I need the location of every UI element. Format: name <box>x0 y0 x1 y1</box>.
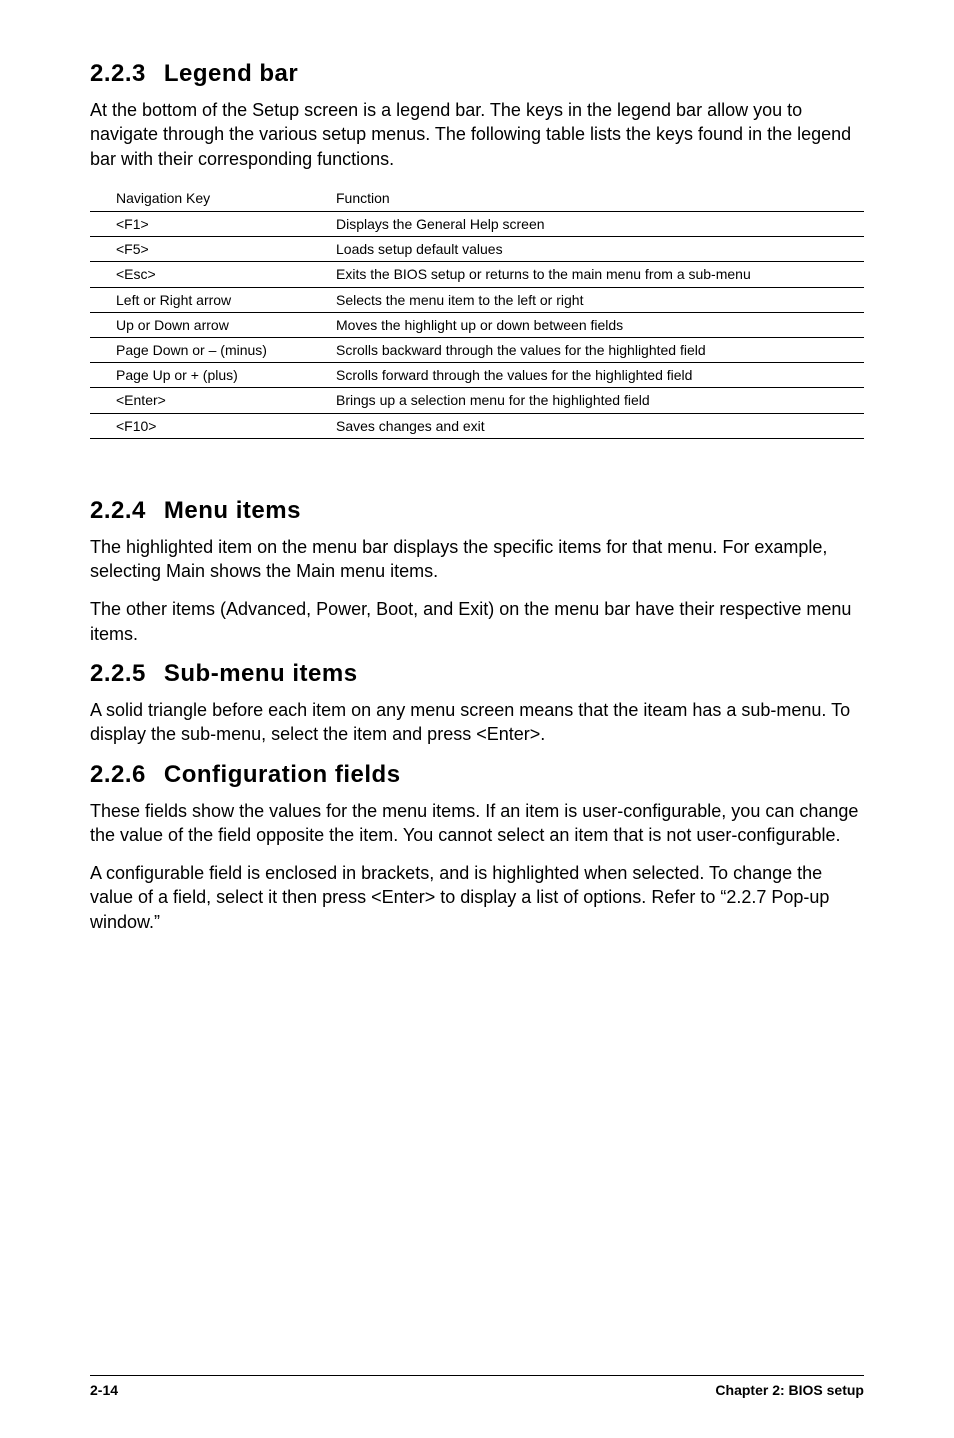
cell-key: <F5> <box>90 237 310 262</box>
cell-key: <F10> <box>90 413 310 438</box>
table-header-key: Navigation Key <box>90 185 310 212</box>
footer-page-number: 2-14 <box>90 1382 118 1398</box>
heading-title: Legend bar <box>164 60 298 87</box>
heading-title: Menu items <box>164 497 301 524</box>
table-row: <F5> Loads setup default values <box>90 237 864 262</box>
heading-number: 2.2.5 <box>90 660 146 688</box>
cell-key: <F1> <box>90 212 310 237</box>
table-navigation-keys: Navigation Key Function <F1> Displays th… <box>90 185 864 439</box>
heading-title: Sub-menu items <box>164 660 358 687</box>
page-footer: 2-14 Chapter 2: BIOS setup <box>90 1382 864 1398</box>
cell-func: Displays the General Help screen <box>310 212 864 237</box>
table-row: <Esc> Exits the BIOS setup or returns to… <box>90 262 864 287</box>
table-row: <Enter> Brings up a selection menu for t… <box>90 388 864 413</box>
table-header-row: Navigation Key Function <box>90 185 864 212</box>
cell-func: Brings up a selection menu for the highl… <box>310 388 864 413</box>
cell-func: Scrolls forward through the values for t… <box>310 363 864 388</box>
cell-func: Exits the BIOS setup or returns to the m… <box>310 262 864 287</box>
paragraph-sub-menu-1: A solid triangle before each item on any… <box>90 698 864 747</box>
heading-number: 2.2.4 <box>90 497 146 525</box>
footer-chapter-title: Chapter 2: BIOS setup <box>715 1382 864 1398</box>
cell-key: <Enter> <box>90 388 310 413</box>
heading-number: 2.2.6 <box>90 761 146 789</box>
cell-key: Page Down or – (minus) <box>90 338 310 363</box>
cell-key: Page Up or + (plus) <box>90 363 310 388</box>
heading-sub-menu-items: 2.2.5 Sub-menu items <box>90 660 864 688</box>
table-row: Up or Down arrow Moves the highlight up … <box>90 312 864 337</box>
cell-func: Moves the highlight up or down between f… <box>310 312 864 337</box>
cell-key: Left or Right arrow <box>90 287 310 312</box>
table-row: Page Up or + (plus) Scrolls forward thro… <box>90 363 864 388</box>
footer-divider <box>90 1375 864 1376</box>
cell-func: Loads setup default values <box>310 237 864 262</box>
heading-menu-items: 2.2.4 Menu items <box>90 497 864 525</box>
paragraph-config-1: These fields show the values for the men… <box>90 799 864 848</box>
cell-key: Up or Down arrow <box>90 312 310 337</box>
cell-func: Scrolls backward through the values for … <box>310 338 864 363</box>
cell-key: <Esc> <box>90 262 310 287</box>
table-row: Page Down or – (minus) Scrolls backward … <box>90 338 864 363</box>
heading-number: 2.2.3 <box>90 60 146 88</box>
heading-title: Configuration fields <box>164 761 401 788</box>
cell-func: Saves changes and exit <box>310 413 864 438</box>
heading-legend-bar: 2.2.3 Legend bar <box>90 60 864 88</box>
table-row: <F10> Saves changes and exit <box>90 413 864 438</box>
cell-func: Selects the menu item to the left or rig… <box>310 287 864 312</box>
table-row: <F1> Displays the General Help screen <box>90 212 864 237</box>
paragraph-menu-items-2: The other items (Advanced, Power, Boot, … <box>90 597 864 646</box>
table-header-func: Function <box>310 185 864 212</box>
paragraph-menu-items-1: The highlighted item on the menu bar dis… <box>90 535 864 584</box>
paragraph-legend-intro: At the bottom of the Setup screen is a l… <box>90 98 864 171</box>
table-row: Left or Right arrow Selects the menu ite… <box>90 287 864 312</box>
heading-configuration-fields: 2.2.6 Configuration fields <box>90 761 864 789</box>
paragraph-config-2: A configurable field is enclosed in brac… <box>90 861 864 934</box>
